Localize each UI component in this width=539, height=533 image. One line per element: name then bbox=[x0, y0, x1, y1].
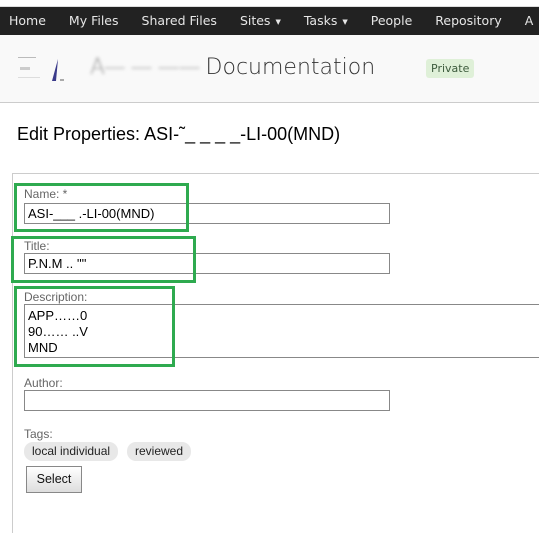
author-label: Author: bbox=[24, 376, 63, 390]
nav-tasks-label: Tasks bbox=[303, 13, 338, 28]
nav-repository[interactable]: Repository bbox=[426, 7, 501, 35]
top-nav: Home My Files Shared Files Sites ▼ Tasks ▼… bbox=[0, 7, 539, 35]
select-tags-button[interactable]: Select bbox=[26, 466, 82, 493]
caret-down-icon: ▼ bbox=[275, 17, 281, 26]
nav-tasks[interactable]: Tasks ▼ bbox=[295, 7, 348, 35]
site-title[interactable]: A— — —— Documentation bbox=[90, 55, 375, 80]
nav-home[interactable]: Home bbox=[0, 7, 46, 35]
nav-people[interactable]: People bbox=[362, 7, 413, 35]
author-input[interactable] bbox=[24, 390, 390, 411]
highlight-box-title bbox=[11, 236, 196, 283]
nav-shared-files[interactable]: Shared Files bbox=[133, 7, 217, 35]
visibility-badge: Private bbox=[426, 59, 475, 78]
nav-my-files[interactable]: My Files bbox=[60, 7, 119, 35]
highlight-box-description bbox=[14, 286, 175, 367]
site-logo-icon bbox=[18, 57, 64, 81]
tag-chip[interactable]: local individual bbox=[24, 442, 119, 461]
tags-label: Tags: bbox=[24, 427, 53, 441]
nav-sites-label: Sites bbox=[239, 13, 271, 28]
browser-strip bbox=[0, 0, 539, 7]
tag-chip[interactable]: reviewed bbox=[127, 442, 192, 461]
site-title-redacted: A— — —— bbox=[90, 55, 206, 80]
nav-more[interactable]: A bbox=[516, 7, 534, 35]
nav-sites[interactable]: Sites ▼ bbox=[231, 7, 281, 35]
page-title: Edit Properties: ASI-˜_ _ _ _-LI-00(MND) bbox=[17, 124, 341, 144]
site-header: A— — —— Documentation Private bbox=[0, 35, 539, 103]
site-title-text: Documentation bbox=[205, 55, 376, 80]
caret-down-icon: ▼ bbox=[342, 17, 348, 26]
highlight-box-name bbox=[14, 183, 189, 232]
